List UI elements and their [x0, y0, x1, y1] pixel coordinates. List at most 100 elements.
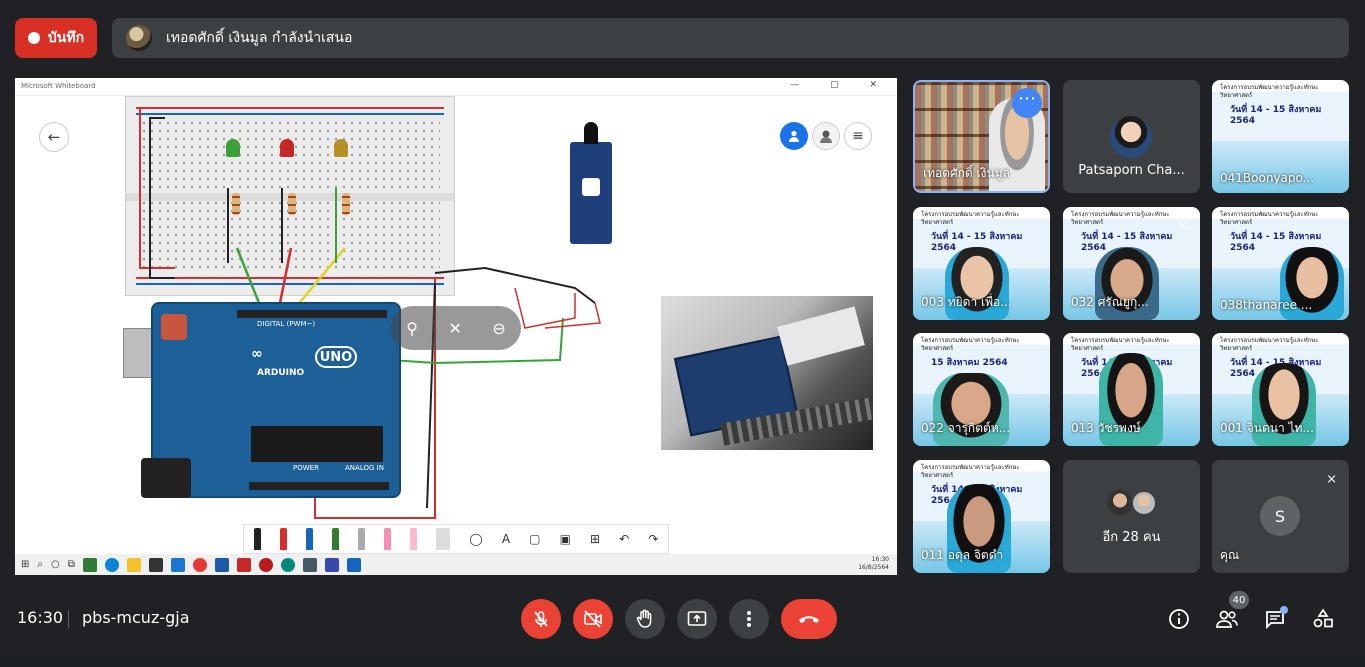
power-header — [249, 482, 389, 490]
remove-icon[interactable]: ⊖ — [492, 319, 505, 338]
taskbar-pdf-icon[interactable] — [236, 557, 251, 572]
present-screen-button[interactable] — [677, 599, 717, 639]
pin-off-icon[interactable]: ⚲ — [406, 319, 418, 338]
self-tile[interactable]: ⨯ S คุณ — [1212, 460, 1349, 573]
mic-off-icon: ⨯ — [1326, 472, 1337, 487]
taskbar-app-1-icon[interactable] — [82, 557, 97, 572]
taskbar-mail-icon[interactable] — [170, 557, 185, 572]
resistor-3 — [342, 193, 350, 215]
participant-tile[interactable]: ⋯ เทอดศักดิ์ เงินมูล — [913, 80, 1050, 193]
power-jack — [141, 458, 191, 498]
user-avatar-icon[interactable] — [812, 122, 840, 150]
participant-name: 011 อดุล จิตดำ — [921, 548, 1004, 562]
people-icon — [1216, 610, 1238, 628]
participant-tile[interactable]: Patsaporn Cha... — [1063, 80, 1200, 193]
more-options-icon[interactable]: ⋯ — [1012, 88, 1042, 118]
presenter-text: เทอดศักดิ์ เงินมูล กำลังนำเสนอ — [166, 30, 353, 46]
participant-tile[interactable]: โครงการอบรมพัฒนาความรู้และทักษะวิทยาศาสต… — [1212, 207, 1349, 320]
participant-tile[interactable]: โครงการอบรมพัฒนาความรู้และทักษะวิทยาศาสต… — [1212, 80, 1349, 193]
participant-tile[interactable]: โครงการอบรมพัฒนาความรู้และทักษะวิทยาศาสต… — [1063, 333, 1200, 446]
pen-red-icon[interactable] — [279, 528, 287, 550]
pen-green-icon[interactable] — [331, 528, 339, 550]
back-icon[interactable]: ← — [39, 122, 69, 152]
taskbar-cortana-icon[interactable]: ○ — [51, 559, 60, 570]
taskbar-app-2-icon[interactable] — [258, 557, 273, 572]
taskbar-app-4-icon[interactable] — [324, 557, 339, 572]
pen-black-icon[interactable] — [253, 528, 261, 550]
taskbar-whiteboard-icon[interactable] — [346, 557, 361, 572]
pen-grey-icon[interactable] — [357, 528, 365, 550]
taskbar-chrome-icon[interactable] — [192, 557, 207, 572]
presenter-bar: เทอดศักดิ์ เงินมูล กำลังนำเสนอ — [112, 18, 1349, 58]
eraser-icon[interactable] — [410, 528, 418, 550]
mic-off-button[interactable] — [521, 599, 561, 639]
more-options-button[interactable] — [729, 599, 769, 639]
ruler-icon[interactable] — [436, 528, 451, 550]
mic-off-icon: ⨯ — [1177, 219, 1188, 234]
hangup-icon — [799, 616, 819, 623]
text-icon[interactable]: A — [502, 532, 510, 546]
taskbar-edge-icon[interactable] — [104, 557, 119, 572]
presentation-area: Microsoft Whiteboard — ▢ ✕ ← ≡ DIGITAL (… — [15, 78, 897, 575]
mute-icon[interactable]: ✕ — [448, 319, 461, 338]
participant-count-badge: 40 — [1229, 591, 1249, 609]
participant-tile[interactable]: โครงการอบรมพัฒนาความรู้และทักษะวิทยาศาสต… — [1212, 333, 1349, 446]
slide-date: วันที่ 14 - 15 สิงหาคม 2564 — [1230, 105, 1322, 126]
participant-tile[interactable]: โครงการอบรมพัฒนาความรู้และทักษะวิทยาศาสต… — [913, 460, 1050, 573]
taskbar-taskview-icon[interactable]: ⧉ — [68, 559, 75, 570]
camera-off-button[interactable] — [573, 599, 613, 639]
whiteboard-titlebar: Microsoft Whiteboard — ▢ ✕ — [15, 78, 897, 96]
undo-icon[interactable]: ↶ — [619, 532, 629, 546]
pen-blue-icon[interactable] — [305, 528, 313, 550]
redo-icon[interactable]: ↷ — [648, 532, 658, 546]
red-led — [280, 139, 294, 157]
image-icon[interactable]: ▣ — [560, 532, 571, 546]
windows-start-icon[interactable]: ⊞ — [21, 559, 29, 570]
leave-call-button[interactable] — [781, 599, 837, 639]
atmega-chip — [251, 426, 383, 462]
slide-title: โครงการอบรมพัฒนาความรู้และทักษะวิทยาศาสต… — [1220, 211, 1319, 226]
yellow-led — [334, 139, 348, 157]
participant-tile[interactable]: โครงการอบรมพัฒนาความรู้และทักษะวิทยาศาสต… — [1063, 207, 1200, 320]
activities-button[interactable] — [1309, 605, 1337, 633]
taskbar-explorer-icon[interactable] — [126, 557, 141, 572]
share-user-icon[interactable] — [780, 122, 808, 150]
slide-title: โครงการอบรมพัฒนาความรู้และทักษะวิทยาศาสต… — [1071, 337, 1170, 352]
slide-title: โครงการอบรมพัฒนาความรู้และทักษะวิทยาศาสต… — [1220, 337, 1319, 352]
raise-hand-button[interactable] — [625, 599, 665, 639]
record-button[interactable]: บันทึก — [15, 18, 97, 58]
taskbar-time: 16:30 — [871, 556, 889, 563]
whiteboard-menu-icon[interactable]: ≡ — [844, 122, 872, 150]
face-avatar-icon — [820, 130, 832, 143]
taskbar-app-3-icon[interactable] — [302, 557, 317, 572]
separator — [68, 610, 69, 628]
uno-logo: UNO — [315, 346, 357, 368]
slide-title: โครงการอบรมพัฒนาความรู้และทักษะวิทยาศาสต… — [1220, 84, 1319, 99]
add-icon[interactable]: ⊞ — [590, 532, 600, 546]
participant-tile[interactable]: โครงการอบรมพัฒนาความรู้และทักษะวิทยาศาสต… — [913, 207, 1050, 320]
meeting-code: pbs-mcuz-gja — [82, 608, 190, 627]
taskbar-arduino-icon[interactable] — [280, 557, 295, 572]
taskbar-search-icon[interactable]: ⌕ — [37, 559, 43, 570]
more-participants-tile[interactable]: อีก 28 คน — [1063, 460, 1200, 573]
person-icon — [789, 130, 799, 142]
note-icon[interactable]: ▢ — [529, 532, 540, 546]
participants-button[interactable] — [1213, 605, 1241, 633]
chat-unread-dot — [1280, 606, 1288, 614]
taskbar-store-icon[interactable] — [148, 557, 163, 572]
highlighter-pink-icon[interactable] — [384, 528, 392, 550]
lasso-icon[interactable]: ◯ — [469, 532, 482, 546]
slide-date: วันที่ 14 - 15 สิงหาคม 2564 — [1230, 232, 1322, 253]
participant-name: 001 จินดนา ไท... — [1220, 421, 1314, 435]
more-vert-icon — [747, 611, 751, 627]
window-controls[interactable]: — ▢ ✕ — [790, 80, 891, 90]
meet-window: บันทึก เทอดศักดิ์ เงินมูล กำลังนำเสนอ Mi… — [0, 0, 1365, 667]
sensor-pot — [582, 178, 600, 196]
ir-sensor-module — [570, 122, 612, 244]
participant-tile[interactable]: โครงการอบรมพัฒนาความรู้และทักษะวิทยาศาสต… — [913, 333, 1050, 446]
green-led — [226, 139, 240, 157]
taskbar-word-icon[interactable] — [214, 557, 229, 572]
digital-header — [237, 310, 387, 318]
meeting-info-button[interactable] — [1165, 605, 1193, 633]
hand-icon — [636, 609, 652, 628]
